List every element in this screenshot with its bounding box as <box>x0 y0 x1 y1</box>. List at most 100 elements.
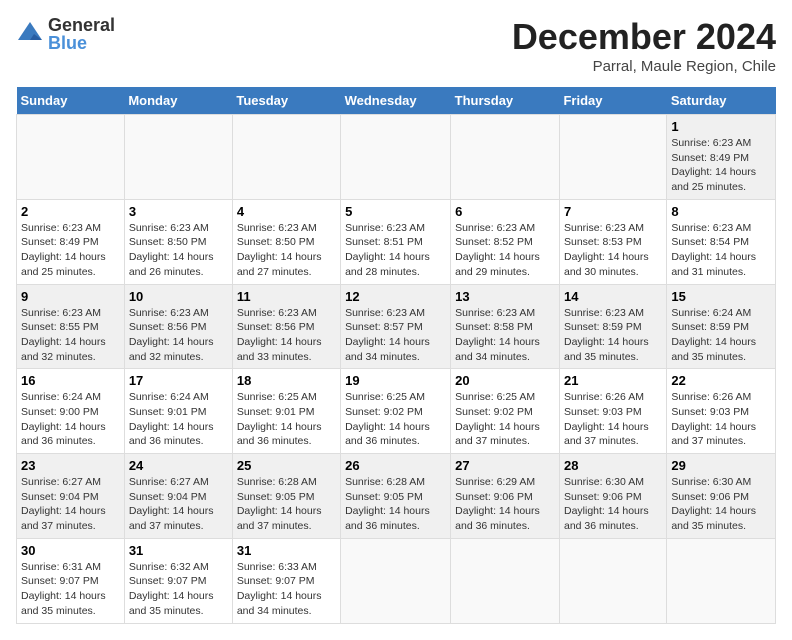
calendar-cell: 19 Sunrise: 6:25 AM Sunset: 9:02 PM Dayl… <box>341 369 451 454</box>
sunrise-time: Sunrise: 6:28 AM <box>345 476 425 488</box>
daylight-hours: Daylight: 14 hours and 37 minutes. <box>237 505 322 532</box>
day-info: Sunrise: 6:23 AM Sunset: 8:59 PM Dayligh… <box>564 306 662 365</box>
day-info: Sunrise: 6:26 AM Sunset: 9:03 PM Dayligh… <box>564 390 662 449</box>
day-number: 11 <box>237 289 336 304</box>
sunrise-time: Sunrise: 6:23 AM <box>564 307 644 319</box>
day-number: 7 <box>564 204 662 219</box>
daylight-hours: Daylight: 14 hours and 32 minutes. <box>21 336 106 363</box>
daylight-hours: Daylight: 14 hours and 35 minutes. <box>129 590 214 617</box>
day-number: 5 <box>345 204 446 219</box>
day-number: 21 <box>564 373 662 388</box>
daylight-hours: Daylight: 14 hours and 34 minutes. <box>237 590 322 617</box>
sunset-time: Sunset: 8:58 PM <box>455 321 533 333</box>
sunset-time: Sunset: 9:07 PM <box>21 575 99 587</box>
location: Parral, Maule Region, Chile <box>512 58 776 75</box>
day-info: Sunrise: 6:29 AM Sunset: 9:06 PM Dayligh… <box>455 475 555 534</box>
calendar-cell: 4 Sunrise: 6:23 AM Sunset: 8:50 PM Dayli… <box>232 199 340 284</box>
calendar-cell: 29 Sunrise: 6:30 AM Sunset: 9:06 PM Dayl… <box>667 454 776 539</box>
daylight-hours: Daylight: 14 hours and 30 minutes. <box>564 251 649 278</box>
logo-line1: General <box>48 16 115 34</box>
day-number: 10 <box>129 289 228 304</box>
day-info: Sunrise: 6:31 AM Sunset: 9:07 PM Dayligh… <box>21 560 120 619</box>
sunrise-time: Sunrise: 6:26 AM <box>671 391 751 403</box>
page-header: General Blue December 2024 Parral, Maule… <box>16 16 776 75</box>
day-number: 29 <box>671 458 771 473</box>
sunset-time: Sunset: 8:50 PM <box>237 236 315 248</box>
sunset-time: Sunset: 8:53 PM <box>564 236 642 248</box>
day-info: Sunrise: 6:23 AM Sunset: 8:57 PM Dayligh… <box>345 306 446 365</box>
day-number: 28 <box>564 458 662 473</box>
sunset-time: Sunset: 9:04 PM <box>129 491 207 503</box>
day-info: Sunrise: 6:24 AM Sunset: 9:01 PM Dayligh… <box>129 390 228 449</box>
sunset-time: Sunset: 8:49 PM <box>671 152 749 164</box>
calendar-cell: 31 Sunrise: 6:33 AM Sunset: 9:07 PM Dayl… <box>232 538 340 623</box>
calendar-week-row: 9 Sunrise: 6:23 AM Sunset: 8:55 PM Dayli… <box>17 284 776 369</box>
calendar-cell: 22 Sunrise: 6:26 AM Sunset: 9:03 PM Dayl… <box>667 369 776 454</box>
logo-text: General Blue <box>48 16 115 52</box>
calendar-cell <box>341 115 451 200</box>
day-info: Sunrise: 6:27 AM Sunset: 9:04 PM Dayligh… <box>129 475 228 534</box>
sunset-time: Sunset: 8:56 PM <box>237 321 315 333</box>
sunrise-time: Sunrise: 6:23 AM <box>564 222 644 234</box>
calendar-cell: 20 Sunrise: 6:25 AM Sunset: 9:02 PM Dayl… <box>451 369 560 454</box>
day-number: 1 <box>671 119 771 134</box>
day-number: 16 <box>21 373 120 388</box>
day-number: 2 <box>21 204 120 219</box>
day-number: 4 <box>237 204 336 219</box>
day-info: Sunrise: 6:25 AM Sunset: 9:02 PM Dayligh… <box>455 390 555 449</box>
day-number: 19 <box>345 373 446 388</box>
sunrise-time: Sunrise: 6:27 AM <box>21 476 101 488</box>
sunset-time: Sunset: 9:02 PM <box>345 406 423 418</box>
calendar-cell <box>232 115 340 200</box>
calendar-cell: 7 Sunrise: 6:23 AM Sunset: 8:53 PM Dayli… <box>559 199 666 284</box>
day-info: Sunrise: 6:23 AM Sunset: 8:49 PM Dayligh… <box>21 221 120 280</box>
day-info: Sunrise: 6:24 AM Sunset: 8:59 PM Dayligh… <box>671 306 771 365</box>
day-number: 22 <box>671 373 771 388</box>
day-info: Sunrise: 6:30 AM Sunset: 9:06 PM Dayligh… <box>564 475 662 534</box>
daylight-hours: Daylight: 14 hours and 36 minutes. <box>345 421 430 448</box>
day-number: 9 <box>21 289 120 304</box>
day-info: Sunrise: 6:25 AM Sunset: 9:01 PM Dayligh… <box>237 390 336 449</box>
sunset-time: Sunset: 9:06 PM <box>455 491 533 503</box>
day-info: Sunrise: 6:32 AM Sunset: 9:07 PM Dayligh… <box>129 560 228 619</box>
sunset-time: Sunset: 8:54 PM <box>671 236 749 248</box>
sunrise-time: Sunrise: 6:23 AM <box>129 307 209 319</box>
sunrise-time: Sunrise: 6:23 AM <box>671 137 751 149</box>
day-info: Sunrise: 6:23 AM Sunset: 8:56 PM Dayligh… <box>237 306 336 365</box>
daylight-hours: Daylight: 14 hours and 29 minutes. <box>455 251 540 278</box>
daylight-hours: Daylight: 14 hours and 36 minutes. <box>455 505 540 532</box>
calendar-cell <box>559 538 666 623</box>
day-info: Sunrise: 6:23 AM Sunset: 8:58 PM Dayligh… <box>455 306 555 365</box>
calendar-cell: 6 Sunrise: 6:23 AM Sunset: 8:52 PM Dayli… <box>451 199 560 284</box>
sunset-time: Sunset: 9:05 PM <box>237 491 315 503</box>
col-friday: Friday <box>559 87 666 115</box>
col-monday: Monday <box>124 87 232 115</box>
day-info: Sunrise: 6:28 AM Sunset: 9:05 PM Dayligh… <box>345 475 446 534</box>
daylight-hours: Daylight: 14 hours and 25 minutes. <box>671 166 756 193</box>
day-info: Sunrise: 6:23 AM Sunset: 8:49 PM Dayligh… <box>671 136 771 195</box>
sunrise-time: Sunrise: 6:23 AM <box>455 222 535 234</box>
day-info: Sunrise: 6:23 AM Sunset: 8:53 PM Dayligh… <box>564 221 662 280</box>
day-number: 6 <box>455 204 555 219</box>
calendar-cell <box>559 115 666 200</box>
calendar-cell: 3 Sunrise: 6:23 AM Sunset: 8:50 PM Dayli… <box>124 199 232 284</box>
day-info: Sunrise: 6:30 AM Sunset: 9:06 PM Dayligh… <box>671 475 771 534</box>
sunrise-time: Sunrise: 6:23 AM <box>237 222 317 234</box>
col-wednesday: Wednesday <box>341 87 451 115</box>
calendar-cell <box>451 538 560 623</box>
sunset-time: Sunset: 9:03 PM <box>564 406 642 418</box>
day-info: Sunrise: 6:23 AM Sunset: 8:55 PM Dayligh… <box>21 306 120 365</box>
calendar-cell: 13 Sunrise: 6:23 AM Sunset: 8:58 PM Dayl… <box>451 284 560 369</box>
day-info: Sunrise: 6:26 AM Sunset: 9:03 PM Dayligh… <box>671 390 771 449</box>
sunset-time: Sunset: 8:49 PM <box>21 236 99 248</box>
calendar-week-row: 30 Sunrise: 6:31 AM Sunset: 9:07 PM Dayl… <box>17 538 776 623</box>
sunset-time: Sunset: 8:55 PM <box>21 321 99 333</box>
day-number: 17 <box>129 373 228 388</box>
day-number: 31 <box>237 543 336 558</box>
calendar-cell: 16 Sunrise: 6:24 AM Sunset: 9:00 PM Dayl… <box>17 369 125 454</box>
day-number: 18 <box>237 373 336 388</box>
calendar-cell: 27 Sunrise: 6:29 AM Sunset: 9:06 PM Dayl… <box>451 454 560 539</box>
daylight-hours: Daylight: 14 hours and 37 minutes. <box>564 421 649 448</box>
daylight-hours: Daylight: 14 hours and 37 minutes. <box>455 421 540 448</box>
calendar-cell <box>124 115 232 200</box>
